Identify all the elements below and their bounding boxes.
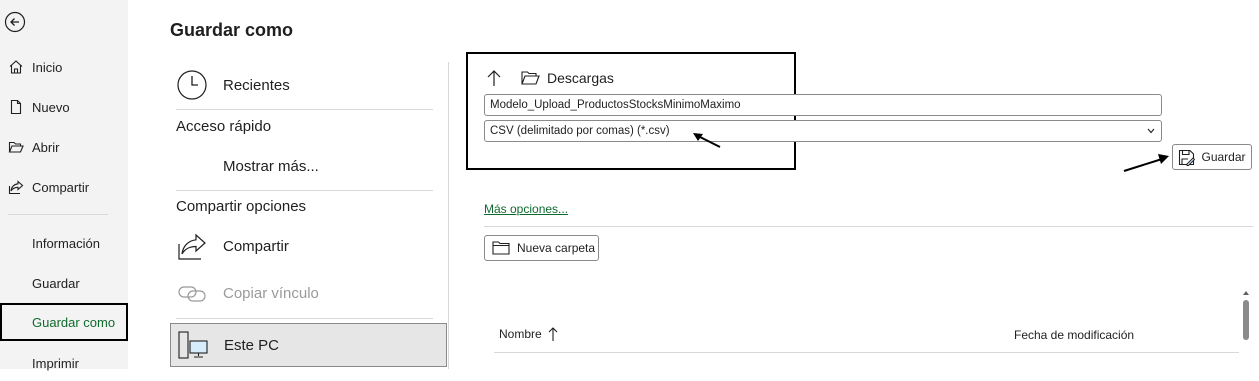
up-arrow-icon[interactable] [486,69,506,87]
place-este-pc[interactable]: Este PC [170,323,447,367]
nav-item-compartir[interactable]: Compartir [0,169,128,205]
new-folder-label: Nueva carpeta [517,241,596,255]
place-copiar-vinculo: Copiar vínculo [170,273,447,313]
place-label: Compartir [223,237,289,255]
backstage-nav: Inicio Nuevo Abrir Compartir Información… [0,0,128,371]
annotation-arrow-icon [693,133,721,148]
file-type-select[interactable]: CSV (delimitado por comas) (*.csv) [484,120,1162,142]
nav-label: Guardar [32,275,80,291]
chevron-down-icon [1147,128,1155,134]
save-button-label: Guardar [1201,150,1246,164]
quick-access-heading: Acceso rápido [176,117,272,135]
new-document-icon [10,99,22,115]
folder-icon [521,70,540,86]
save-disk-icon [1179,149,1196,166]
nav-item-abrir[interactable]: Abrir [0,129,128,165]
page-title: Guardar como [170,20,294,40]
computer-icon [177,329,209,361]
back-arrow-icon [4,11,26,33]
share-icon [8,180,24,195]
column-name[interactable]: Nombre [499,326,558,342]
nav-label: Nuevo [32,99,70,115]
place-recientes[interactable]: Recientes [170,65,447,105]
nav-item-guardar[interactable]: Guardar [0,265,128,301]
nav-item-imprimir[interactable]: Imprimir [0,345,128,381]
show-more-link[interactable]: Mostrar más... [170,146,447,186]
column-modified[interactable]: Fecha de modificación [1014,328,1134,342]
nav-item-guardar-como[interactable]: Guardar como [0,303,128,341]
nav-label: Guardar como [32,314,116,330]
current-folder-label[interactable]: Descargas [547,70,614,86]
nav-divider [8,214,108,215]
more-options-link[interactable]: Más opciones... [484,202,568,216]
annotation-arrow-icon [1123,154,1169,172]
place-label: Recientes [223,76,290,94]
nav-item-inicio[interactable]: Inicio [0,49,128,85]
place-label: Copiar vínculo [223,284,319,302]
file-list-header: Nombre Fecha de modificación [494,322,1239,353]
file-name-input[interactable]: Modelo_Upload_ProductosStocksMinimoMaxim… [484,94,1162,116]
sort-ascending-icon [548,327,558,341]
new-folder-button[interactable]: Nueva carpeta [484,235,599,261]
column-modified-label: Fecha de modificación [1014,328,1135,342]
place-label: Este PC [224,336,280,354]
nav-item-informacion[interactable]: Información [0,225,128,261]
save-button[interactable]: Guardar [1172,144,1252,170]
nav-label: Inicio [32,59,63,75]
nav-item-nuevo[interactable]: Nuevo [0,89,128,125]
nav-label: Imprimir [32,355,79,371]
folder-path-bar: Descargas [486,66,614,90]
open-folder-icon [8,141,24,153]
folder-icon [492,241,510,255]
places-divider [176,318,433,319]
home-icon [9,60,23,74]
back-button[interactable] [4,11,26,33]
share-options-heading: Compartir opciones [176,197,307,215]
clock-icon [176,69,208,101]
show-more-label: Mostrar más... [223,157,319,175]
nav-label: Información [32,235,100,251]
nav-label: Compartir [32,179,90,195]
link-icon [176,277,208,309]
panel-divider [448,62,449,369]
nav-label: Abrir [32,139,60,155]
panel-divider [484,226,1253,227]
place-compartir[interactable]: Compartir [170,226,447,266]
column-name-label: Nombre [499,327,542,341]
share-icon [176,230,208,262]
file-type-value: CSV (delimitado por comas) (*.csv) [490,125,670,137]
vertical-scrollbar[interactable] [1240,288,1252,369]
